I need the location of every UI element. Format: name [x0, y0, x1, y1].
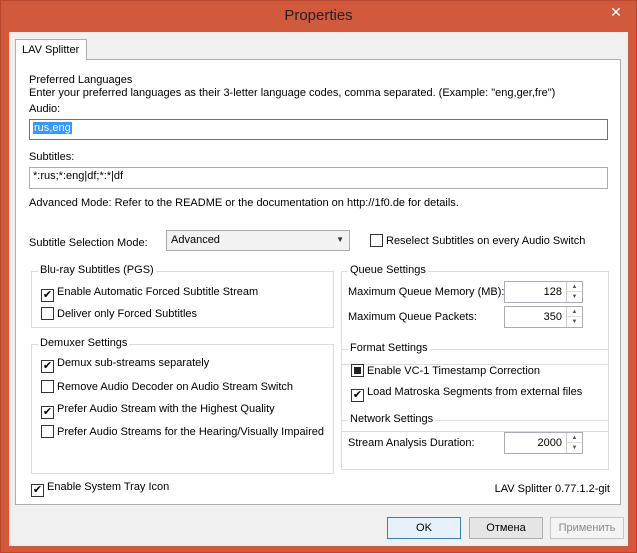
- close-icon[interactable]: ✕: [602, 2, 630, 22]
- subtitle-languages-value: *:rus;*:eng|df;*:*|df: [33, 170, 124, 182]
- matroska-segments-label: Load Matroska Segments from external fil…: [367, 386, 583, 398]
- stream-analysis-label: Stream Analysis Duration:: [348, 437, 475, 449]
- prefer-highest-quality-checkbox[interactable]: ✔ Prefer Audio Stream with the Highest Qu…: [41, 403, 275, 419]
- format-group-title: Format Settings: [348, 342, 430, 354]
- checkbox-box: [370, 234, 383, 247]
- prefer-impaired-label: Prefer Audio Streams for the Hearing/Vis…: [57, 426, 324, 438]
- check-icon: ✔: [31, 484, 44, 497]
- check-icon: ✔: [351, 389, 364, 402]
- remove-audio-decoder-label: Remove Audio Decoder on Audio Stream Swi…: [57, 381, 294, 393]
- subtitle-mode-select[interactable]: Advanced ▼: [166, 230, 350, 251]
- remove-audio-decoder-checkbox[interactable]: Remove Audio Decoder on Audio Stream Swi…: [41, 380, 293, 393]
- ok-button[interactable]: OK: [387, 517, 461, 539]
- queue-group-title: Queue Settings: [348, 264, 428, 276]
- demux-substreams-checkbox[interactable]: ✔ Demux sub-streams separately: [41, 357, 209, 373]
- audio-label: Audio:: [29, 103, 61, 115]
- subtitle-mode-label: Subtitle Selection Mode:: [29, 237, 148, 249]
- network-group-title: Network Settings: [348, 413, 436, 425]
- window-title: Properties: [284, 7, 353, 24]
- checkbox-box: [41, 380, 54, 393]
- spin-down-icon[interactable]: ▼: [567, 317, 582, 327]
- vc1-timestamp-checkbox[interactable]: Enable VC-1 Timestamp Correction: [351, 364, 540, 377]
- bluray-group-title: Blu-ray Subtitles (PGS): [38, 264, 156, 276]
- version-label: LAV Splitter 0.77.1.2-git: [494, 483, 610, 495]
- checkbox-box: [41, 307, 54, 320]
- matroska-segments-checkbox[interactable]: ✔ Load Matroska Segments from external fi…: [351, 386, 582, 402]
- spin-up-icon[interactable]: ▲: [567, 282, 582, 292]
- stream-analysis-value: 2000: [537, 437, 562, 449]
- subtitle-languages-input[interactable]: *:rus;*:eng|df;*:*|df: [29, 167, 608, 189]
- audio-languages-value: rus,eng: [33, 122, 72, 134]
- demuxer-group-title: Demuxer Settings: [38, 337, 130, 349]
- queue-packets-value: 350: [543, 311, 562, 323]
- spin-down-icon[interactable]: ▼: [567, 443, 582, 453]
- system-tray-checkbox[interactable]: ✔ Enable System Tray Icon: [31, 481, 169, 497]
- stream-analysis-spinner[interactable]: 2000 ▲ ▼: [504, 432, 583, 454]
- preferred-languages-heading: Preferred Languages: [29, 74, 133, 86]
- prefer-highest-quality-label: Prefer Audio Stream with the Highest Qua…: [57, 403, 275, 415]
- audio-languages-input[interactable]: rus,eng: [29, 119, 608, 140]
- tab-lav-splitter[interactable]: LAV Splitter: [15, 39, 87, 60]
- checkbox-indeterminate-icon: [351, 364, 364, 377]
- only-forced-label: Deliver only Forced Subtitles: [57, 308, 198, 320]
- advanced-mode-note: Advanced Mode: Refer to the README or th…: [29, 197, 459, 209]
- reselect-subtitles-label: Reselect Subtitles on every Audio Switch: [386, 235, 586, 247]
- spin-up-icon[interactable]: ▲: [567, 307, 582, 317]
- subtitles-label: Subtitles:: [29, 151, 75, 163]
- tab-page: Preferred Languages Enter your preferred…: [15, 59, 621, 505]
- queue-memory-spinner[interactable]: 128 ▲ ▼: [504, 281, 583, 303]
- spin-up-icon[interactable]: ▲: [567, 433, 582, 443]
- reselect-subtitles-checkbox[interactable]: Reselect Subtitles on every Audio Switch: [370, 234, 585, 247]
- subtitle-mode-value: Advanced: [171, 234, 220, 246]
- spin-down-icon[interactable]: ▼: [567, 292, 582, 302]
- check-icon: ✔: [41, 406, 54, 419]
- only-forced-checkbox[interactable]: Deliver only Forced Subtitles: [41, 307, 197, 320]
- queue-packets-spinner[interactable]: 350 ▲ ▼: [504, 306, 583, 328]
- dialog-client: LAV Splitter Preferred Languages Enter y…: [9, 32, 628, 546]
- spinner-buttons: ▲ ▼: [566, 307, 582, 327]
- forced-subtitle-label: Enable Automatic Forced Subtitle Stream: [57, 286, 259, 298]
- check-icon: ✔: [41, 360, 54, 373]
- apply-button[interactable]: Применить: [550, 517, 624, 539]
- forced-subtitle-checkbox[interactable]: ✔ Enable Automatic Forced Subtitle Stream: [41, 286, 258, 302]
- title-bar[interactable]: Properties ✕: [1, 1, 636, 32]
- preferred-languages-description: Enter your preferred languages as their …: [29, 87, 556, 99]
- queue-memory-value: 128: [543, 286, 562, 298]
- check-icon: ✔: [41, 289, 54, 302]
- vc1-timestamp-label: Enable VC-1 Timestamp Correction: [367, 365, 541, 377]
- queue-memory-label: Maximum Queue Memory (MB):: [348, 286, 505, 298]
- system-tray-label: Enable System Tray Icon: [47, 481, 170, 493]
- cancel-button[interactable]: Отмена: [469, 517, 543, 539]
- chevron-down-icon: ▼: [336, 235, 344, 244]
- demux-substreams-label: Demux sub-streams separately: [57, 357, 210, 369]
- checkbox-box: [41, 425, 54, 438]
- spinner-buttons: ▲ ▼: [566, 433, 582, 453]
- spinner-buttons: ▲ ▼: [566, 282, 582, 302]
- prefer-impaired-checkbox[interactable]: Prefer Audio Streams for the Hearing/Vis…: [41, 425, 324, 438]
- queue-packets-label: Maximum Queue Packets:: [348, 311, 477, 323]
- properties-window: Properties ✕ LAV Splitter Preferred Lang…: [0, 0, 637, 553]
